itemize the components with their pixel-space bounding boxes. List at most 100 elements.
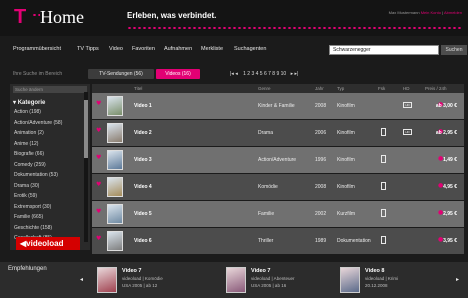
video-type: Kurzfilm (337, 211, 356, 217)
favorite-icon[interactable]: ♥ (96, 235, 101, 242)
category-item[interactable]: Comedy (259) (14, 162, 46, 168)
recommendation-thumbnail[interactable] (97, 267, 117, 293)
video-title[interactable]: Video 4 (134, 184, 152, 190)
video-price[interactable]: 1,49 € (443, 157, 457, 163)
video-price[interactable]: 4,95 € (443, 184, 457, 190)
sidebar-search-field[interactable]: Suche ändern (13, 86, 87, 93)
table-header: Titel Genre Jahr Typ Fsk HD Preis / 24h (92, 84, 464, 93)
favorite-icon[interactable]: ♥ (96, 208, 101, 215)
telekom-logo[interactable]: T (14, 6, 32, 28)
col-year[interactable]: Jahr (315, 86, 324, 91)
video-title[interactable]: Video 1 (134, 103, 152, 109)
video-price[interactable]: ab 2,95 € (436, 130, 457, 136)
video-type: Kinofilm (337, 103, 355, 109)
category-item[interactable]: Animation (2) (14, 130, 44, 136)
reco-next-icon[interactable]: ▸ (456, 276, 459, 283)
page-numbers[interactable]: 1 2 3 4 5 6 7 8 9 10 (243, 71, 286, 77)
recommendation-title[interactable]: Video 7 (251, 268, 270, 274)
table-row[interactable]: ♥ Video 5 Familie 2002 Kurzfilm ● 2,95 € (92, 201, 464, 227)
recommendation-thumbnail[interactable] (226, 267, 246, 293)
video-year: 2006 (315, 130, 327, 136)
recommendation-info: 20.12.2008 (365, 283, 388, 288)
user-separator: | (442, 10, 444, 15)
sidebar-scrollbar[interactable] (84, 92, 88, 242)
table-row[interactable]: ♥ Video 3 Action/Adventure 1996 Kinofilm ● 1,4… (92, 147, 464, 173)
remote-icon (381, 236, 386, 244)
search-button[interactable]: Suchen (441, 45, 467, 55)
category-item[interactable]: Action (198) (14, 109, 41, 115)
home-title[interactable]: Home (40, 7, 84, 27)
nav-recordings[interactable]: Aufnahmen (164, 46, 192, 52)
col-price[interactable]: Preis / 24h (425, 86, 447, 91)
favorite-icon[interactable]: ♥ (96, 181, 101, 188)
recommendation-title[interactable]: Video 7 (122, 268, 141, 274)
table-row[interactable]: ♥ Video 1 Kinder & Familie 2008 Kinofilm HD ● a… (92, 93, 464, 119)
user-info: Max Mustermann Mein Konto | Abmelden (389, 10, 462, 15)
video-thumbnail[interactable] (107, 123, 123, 143)
recommendation-title[interactable]: Video 8 (365, 268, 384, 274)
video-price[interactable]: 3,95 € (443, 238, 457, 244)
video-thumbnail[interactable] (107, 204, 123, 224)
recommendation-genre: videoload | Abenteuer (251, 276, 295, 281)
category-item[interactable]: Extremsport (30) (14, 204, 51, 210)
video-thumbnail[interactable] (107, 231, 123, 251)
nav-program[interactable]: Programmübersicht (13, 46, 61, 52)
category-item[interactable]: Erotik (59) (14, 193, 37, 199)
video-thumbnail[interactable] (107, 150, 123, 170)
video-type: Kinofilm (337, 130, 355, 136)
video-thumbnail[interactable] (107, 96, 123, 116)
filter-bar: Ihre Suche im Bereich TV-Sendungen (56) … (0, 68, 468, 82)
search-input[interactable]: Schwarzenegger (329, 45, 439, 55)
video-genre: Familie (258, 211, 275, 217)
category-item[interactable]: Dokumentation (53) (14, 172, 58, 178)
category-item[interactable]: Action/Adventure (58) (14, 120, 62, 126)
video-title[interactable]: Video 5 (134, 211, 152, 217)
account-link[interactable]: Mein Konto (421, 10, 441, 15)
video-type: Kinofilm (337, 184, 355, 190)
video-year: 2008 (315, 103, 327, 109)
col-hd[interactable]: HD (403, 86, 410, 91)
video-title[interactable]: Video 6 (134, 238, 152, 244)
recommendation-thumbnail[interactable] (340, 267, 360, 293)
col-type[interactable]: Typ (337, 86, 344, 91)
table-row[interactable]: ♥ Video 6 Thriller 1989 Dokumentation ● 3,95 € (92, 228, 464, 254)
video-thumbnail[interactable] (107, 177, 123, 197)
nav-search-agents[interactable]: Suchagenten (234, 46, 266, 52)
pager-prev[interactable]: |◂ ◂ (230, 71, 238, 77)
recommendation-genre: videoload | Komödie (122, 276, 163, 281)
category-item[interactable]: Familie (665) (14, 214, 43, 220)
category-item[interactable]: Biografie (66) (14, 151, 44, 157)
category-item[interactable]: Anime (12) (14, 141, 38, 147)
favorite-icon[interactable]: ♥ (96, 127, 101, 134)
favorite-icon[interactable]: ♥ (96, 100, 101, 107)
video-title[interactable]: Video 2 (134, 130, 152, 136)
remote-icon (381, 128, 386, 136)
logout-link[interactable]: Abmelden (444, 10, 462, 15)
video-genre: Action/Adventure (258, 157, 297, 163)
tab-videos[interactable]: Videos (16) (156, 69, 200, 79)
remote-icon (381, 182, 386, 190)
video-price[interactable]: ab 3,00 € (436, 103, 457, 109)
category-item[interactable]: Drama (30) (14, 183, 39, 189)
nav-tv-tipps[interactable]: TV Tipps (77, 46, 99, 52)
tab-tv-shows[interactable]: TV-Sendungen (56) (88, 69, 154, 79)
video-price[interactable]: 2,95 € (443, 211, 457, 217)
sidebar-scroll-thumb[interactable] (84, 100, 88, 158)
video-title[interactable]: Video 3 (134, 157, 152, 163)
col-fsk[interactable]: Fsk (378, 86, 385, 91)
nav-watchlist[interactable]: Merkliste (201, 46, 223, 52)
col-title[interactable]: Titel (134, 86, 142, 91)
table-row[interactable]: ♥ Video 2 Drama 2006 Kinofilm HD ● ab 2,95 € (92, 120, 464, 146)
table-row[interactable]: ♥ Video 4 Komödie 2008 Kinofilm ● 4,95 € (92, 174, 464, 200)
nav-favorites[interactable]: Favoriten (132, 46, 155, 52)
favorite-icon[interactable]: ♥ (96, 154, 101, 161)
videoload-logo[interactable]: ◀videoload (16, 237, 80, 250)
nav-video[interactable]: Video (109, 46, 123, 52)
reco-prev-icon[interactable]: ◂ (80, 276, 83, 283)
pager-next[interactable]: ▸ ▸| (291, 71, 299, 77)
recommendation-genre: videoload | Krimi (365, 276, 399, 281)
category-item[interactable]: Geschichte (158) (14, 225, 52, 231)
category-heading[interactable]: ▾ Kategorie (13, 99, 45, 106)
col-genre[interactable]: Genre (258, 86, 271, 91)
hd-badge: HD (403, 129, 412, 135)
